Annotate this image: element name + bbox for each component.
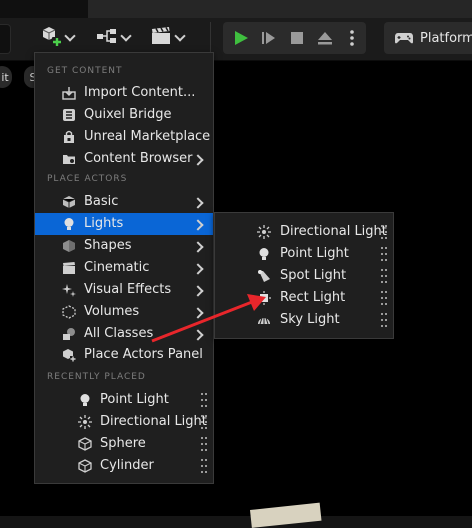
menu-item-cinematic[interactable]: Cinematic [35, 257, 213, 279]
stop-icon [291, 32, 303, 44]
clapperboard-icon [150, 26, 172, 50]
chevron-right-icon [192, 263, 204, 275]
chevron-right-icon [192, 307, 204, 319]
recent-item-point-light[interactable]: Point Light [35, 389, 213, 411]
eject-button[interactable] [311, 22, 339, 54]
menu-item-shapes[interactable]: Shapes [35, 235, 213, 257]
folder-icon [61, 151, 77, 167]
drag-handle-icon[interactable] [381, 269, 387, 283]
tab-strip [0, 0, 472, 18]
recent-item-sphere[interactable]: Sphere [35, 433, 213, 455]
spot-light-icon [256, 268, 272, 284]
point-light-icon [77, 392, 93, 408]
bridge-icon [61, 107, 77, 123]
chevron-down-icon [174, 30, 186, 42]
blueprints-button[interactable] [96, 26, 132, 50]
cylinder-icon [77, 458, 93, 474]
submenu-item-spot-light[interactable]: Spot Light [215, 265, 393, 287]
submenu-item-directional-light[interactable]: Directional Light [215, 221, 393, 243]
rect-light-icon [256, 290, 272, 306]
volume-icon [61, 304, 77, 320]
cinematics-button[interactable] [150, 26, 186, 50]
sky-light-icon [256, 312, 272, 328]
menu-item-basic[interactable]: Basic [35, 191, 213, 213]
platforms-label: Platforms [420, 30, 472, 46]
classes-icon [61, 326, 77, 342]
play-icon [235, 31, 248, 45]
drag-handle-icon[interactable] [201, 459, 207, 473]
directional-light-icon [77, 414, 93, 430]
directional-light-icon [256, 224, 272, 240]
shapes-icon [61, 238, 77, 254]
section-header-place-actors: PLACE ACTORS [47, 174, 128, 184]
menu-item-import-content[interactable]: Import Content... [35, 82, 213, 104]
menu-item-place-actors-panel[interactable]: Place Actors Panel [35, 344, 213, 366]
bulb-icon [61, 216, 77, 232]
place-actors-icon [61, 347, 77, 363]
menu-item-lights[interactable]: Lights [35, 213, 213, 235]
clapper-icon [61, 260, 77, 276]
chevron-right-icon [192, 241, 204, 253]
chevron-right-icon [192, 197, 204, 209]
submenu-item-rect-light[interactable]: Rect Light [215, 287, 393, 309]
menu-item-unreal-marketplace[interactable]: Unreal Marketplace [35, 126, 213, 148]
section-header-get-content: GET CONTENT [47, 66, 123, 76]
section-header-recently-placed: RECENTLY PLACED [47, 372, 146, 382]
chevron-right-icon [192, 329, 204, 341]
play-button[interactable] [227, 22, 255, 54]
play-controls [223, 22, 366, 54]
menu-item-content-browser[interactable]: Content Browser [35, 148, 213, 170]
eject-icon [318, 32, 332, 45]
import-icon [61, 85, 77, 101]
stop-button[interactable] [283, 22, 311, 54]
add-actor-icon [40, 25, 62, 51]
sparkle-icon [61, 282, 77, 298]
menu-item-all-classes[interactable]: All Classes [35, 323, 213, 345]
chevron-right-icon [192, 285, 204, 297]
sphere-icon [77, 436, 93, 452]
drag-handle-icon[interactable] [381, 225, 387, 239]
drag-handle-icon[interactable] [201, 393, 207, 407]
chevron-down-icon [64, 30, 76, 42]
submenu-item-sky-light[interactable]: Sky Light [215, 309, 393, 331]
drag-handle-icon[interactable] [201, 437, 207, 451]
cube-icon [61, 194, 77, 210]
quick-add-menu: GET CONTENT Import Content... Quixel Bri… [34, 52, 214, 484]
chevron-right-icon [192, 219, 204, 231]
drag-handle-icon[interactable] [381, 291, 387, 305]
chevron-right-icon [192, 154, 204, 166]
play-options-button[interactable] [341, 22, 363, 54]
submenu-item-point-light[interactable]: Point Light [215, 243, 393, 265]
advance-frame-button[interactable] [255, 22, 283, 54]
menu-item-volumes[interactable]: Volumes [35, 301, 213, 323]
gamepad-icon [395, 33, 413, 44]
blueprint-icon [96, 26, 118, 50]
kebab-menu-icon [350, 30, 354, 46]
menu-item-visual-effects[interactable]: Visual Effects [35, 279, 213, 301]
lights-submenu: Directional Light Point Light Spot Light… [214, 212, 394, 339]
recent-item-cylinder[interactable]: Cylinder [35, 455, 213, 477]
menu-item-quixel-bridge[interactable]: Quixel Bridge [35, 104, 213, 126]
drag-handle-icon[interactable] [381, 247, 387, 261]
toolbar-input-edge[interactable] [0, 24, 11, 54]
drag-handle-icon[interactable] [381, 313, 387, 327]
quick-add-button[interactable] [40, 25, 76, 51]
point-light-icon [256, 246, 272, 262]
drag-handle-icon[interactable] [201, 415, 207, 429]
chevron-down-icon [120, 30, 132, 42]
step-forward-icon [262, 32, 275, 44]
platforms-button[interactable]: Platforms [384, 22, 472, 54]
recent-item-directional-light[interactable]: Directional Light [35, 411, 213, 433]
marketplace-icon [61, 129, 77, 145]
